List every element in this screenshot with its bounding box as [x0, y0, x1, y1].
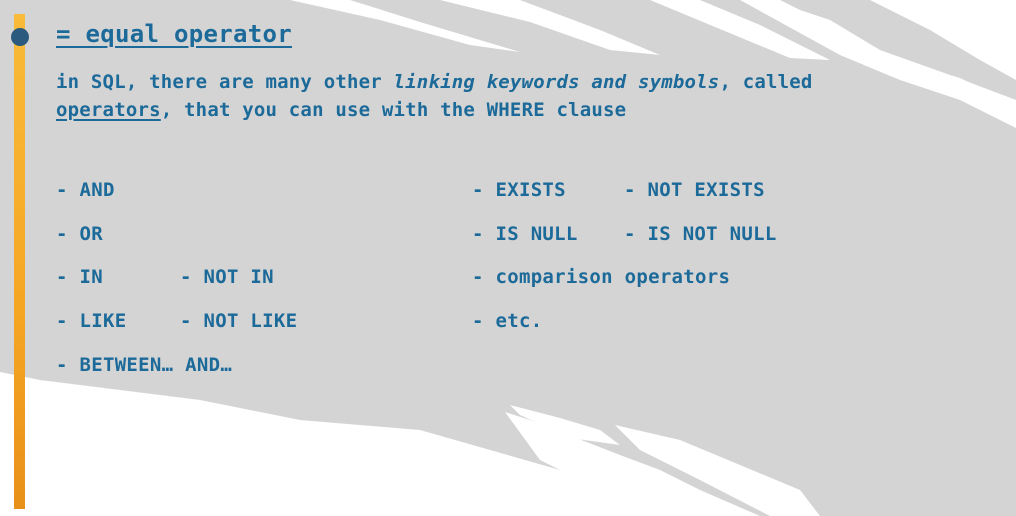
operator-item: - LIKE: [56, 310, 127, 332]
operator-item: - etc.: [472, 310, 543, 332]
operator-item: - NOT IN: [180, 266, 274, 288]
intro-text-3: , that you can use with the WHERE clause: [160, 99, 627, 121]
operator-item: - IN: [56, 266, 103, 288]
operator-item: - EXISTS: [472, 179, 566, 201]
operator-item: - OR: [56, 223, 103, 245]
operator-item: - IS NULL: [472, 223, 578, 245]
operator-item: - BETWEEN… AND…: [56, 354, 233, 376]
intro-underlined-term: operators: [56, 99, 161, 121]
operator-item: - AND: [56, 179, 115, 201]
intro-text-1: in SQL, there are many other: [56, 71, 394, 93]
intro-text-2: , called: [719, 71, 813, 93]
slide-title: = equal operator: [56, 20, 292, 48]
bullet-dot-icon: [11, 28, 29, 46]
intro-italic-text: linking keywords and symbols: [393, 71, 720, 93]
operator-item: - IS NOT NULL: [624, 223, 777, 245]
operator-item: - NOT LIKE: [180, 310, 298, 332]
accent-bar: [14, 14, 25, 509]
operator-item: - NOT EXISTS: [624, 179, 765, 201]
intro-paragraph: in SQL, there are many other linking key…: [56, 68, 813, 124]
operator-item: - comparison operators: [472, 266, 731, 288]
